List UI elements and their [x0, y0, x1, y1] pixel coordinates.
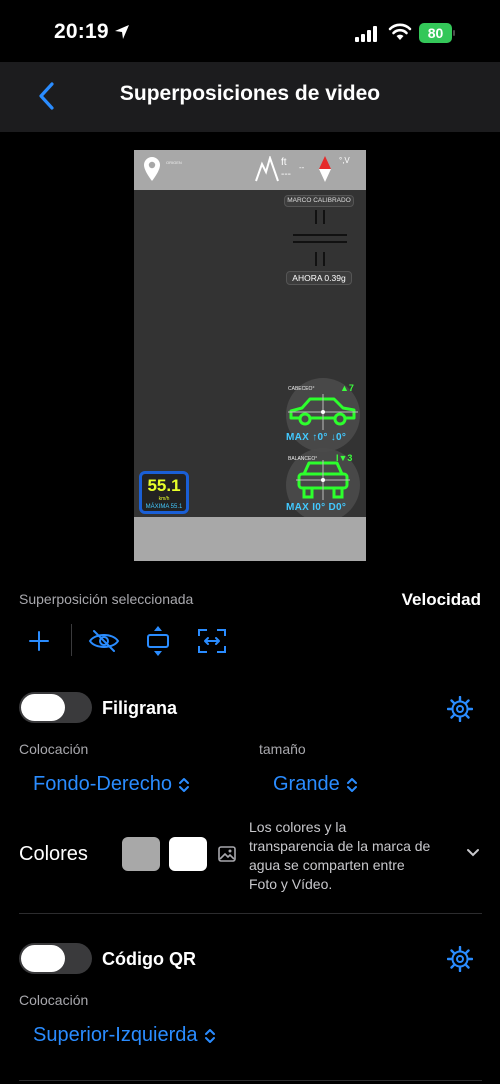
watermark-size-label: tamaño — [259, 741, 306, 757]
up-down-chevron-icon — [346, 777, 357, 792]
page-title: Superposiciones de video — [119, 82, 381, 105]
location-arrow-icon — [115, 25, 129, 39]
map-pin-icon — [144, 157, 160, 181]
video-overlay-preview[interactable]: ORIGEN ft --- -- °,V MARCO CALIBRADO AHO… — [134, 150, 366, 561]
colors-note: Los colores y la transparencia de la mar… — [249, 819, 431, 892]
g-force-readout: AHORA 0.39g — [286, 271, 352, 285]
up-down-chevron-icon — [178, 777, 189, 792]
speed-value: 55.1 — [147, 476, 181, 495]
compass-unit: °,V — [339, 156, 350, 165]
toolbar-divider — [71, 624, 72, 656]
watermark-placement-select[interactable]: Fondo-Derecho — [33, 773, 190, 796]
preview-bottom-bar — [134, 517, 366, 561]
watermark-toggle[interactable] — [19, 692, 92, 723]
vertical-align-icon[interactable] — [146, 626, 170, 656]
qr-toggle[interactable] — [19, 943, 92, 974]
watermark-title: Filigrana — [102, 698, 178, 718]
battery-level: 80 — [427, 25, 444, 41]
battery-indicator: 80 — [419, 23, 455, 43]
watermark-gear-icon[interactable] — [447, 696, 473, 722]
color-swatch-grey[interactable] — [122, 837, 160, 871]
mountain-altitude-icon — [255, 156, 279, 182]
image-icon[interactable] — [218, 846, 236, 862]
qr-placement-select[interactable]: Superior-Izquierda — [33, 1024, 216, 1047]
pitch-max: MAX ↑0° ↓0° — [286, 432, 347, 443]
calibrated-frame-badge: MARCO CALIBRADO — [284, 195, 354, 207]
qr-title: Código QR — [102, 949, 196, 969]
watermark-placement-value: Fondo-Derecho — [33, 773, 172, 795]
selected-overlay-label: Superposición seleccionada — [19, 591, 194, 607]
roll-max: MAX I0° D0° — [286, 502, 347, 513]
qr-gear-icon[interactable] — [447, 946, 473, 972]
resize-icon[interactable] — [197, 628, 227, 654]
wifi-icon — [388, 23, 412, 40]
g-force-crosshair-icon — [293, 210, 347, 266]
pitch-label: CABECEO° — [288, 386, 315, 392]
selected-overlay-value: Velocidad — [401, 590, 481, 609]
eye-slash-icon[interactable] — [88, 629, 120, 653]
status-time: 20:19 — [54, 20, 109, 43]
car-front-icon — [296, 460, 350, 500]
color-swatch-white[interactable] — [169, 837, 207, 871]
watermark-placement-label: Colocación — [19, 741, 89, 757]
altitude-dash: -- — [299, 163, 305, 172]
chevron-down-icon[interactable] — [466, 848, 480, 858]
location-label: ORIGEN — [166, 160, 182, 165]
add-overlay-button[interactable] — [28, 630, 50, 652]
qr-placement-label: Colocación — [19, 992, 89, 1008]
section-divider — [19, 1080, 482, 1081]
watermark-size-value: Grande — [273, 773, 340, 795]
speed-unit: km/h — [158, 496, 170, 502]
watermark-size-select[interactable]: Grande — [273, 773, 358, 796]
cellular-signal-icon — [355, 26, 377, 42]
speed-max: MÁXIMA 55.1 — [145, 504, 183, 510]
colors-label: Colores — [19, 843, 88, 865]
altitude-unit: ft — [281, 157, 287, 168]
up-down-chevron-icon — [204, 1028, 215, 1043]
car-side-icon — [288, 394, 358, 430]
pitch-value: ▲7 — [340, 383, 354, 393]
qr-placement-value: Superior-Izquierda — [33, 1024, 198, 1046]
section-divider — [19, 913, 482, 914]
altitude-value: --- — [281, 169, 291, 180]
speed-overlay[interactable]: 55.1 km/h MÁXIMA 55.1 — [139, 471, 189, 514]
compass-icon — [319, 156, 331, 182]
